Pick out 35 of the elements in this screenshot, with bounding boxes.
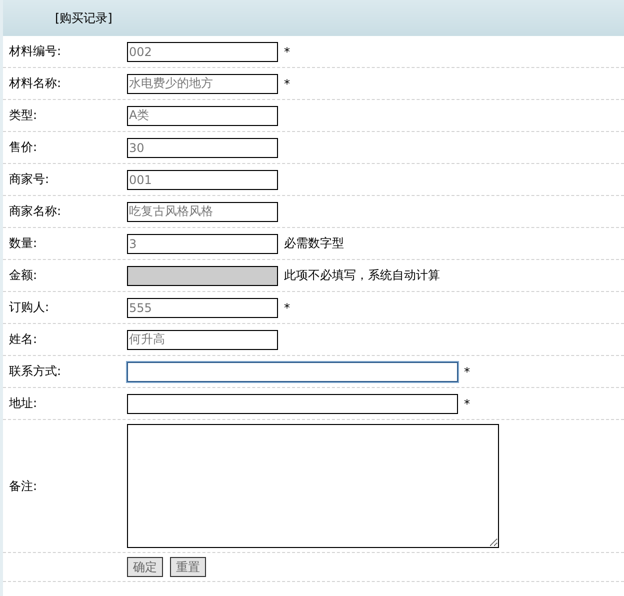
input-field[interactable]: 555: [127, 298, 278, 318]
reset-button[interactable]: 重置: [170, 557, 206, 577]
input-field[interactable]: A类: [127, 106, 278, 126]
field-label: 材料名称:: [8, 75, 62, 92]
field-label: 材料编号:: [8, 43, 62, 60]
field-label: 商家名称:: [8, 203, 62, 220]
field-label: 数量:: [8, 235, 38, 252]
field-label: 备注:: [8, 478, 38, 494]
field-hint: 此项不必填写，系统自动计算: [284, 267, 440, 284]
input-field[interactable]: 水电费少的地方: [127, 74, 278, 94]
required-mark: *: [464, 396, 470, 410]
field-label: 地址:: [8, 395, 38, 412]
submit-button[interactable]: 确定: [127, 557, 163, 577]
field-label: 订购人:: [8, 299, 50, 316]
input-field[interactable]: 30: [127, 138, 278, 158]
field-label: 金额:: [8, 267, 38, 284]
required-mark: *: [464, 364, 470, 378]
input-field[interactable]: 何升高: [127, 330, 278, 350]
required-mark: *: [284, 76, 290, 90]
field-label: 姓名:: [8, 331, 38, 348]
field-label: 售价:: [8, 139, 38, 156]
input-field[interactable]: 001: [127, 170, 278, 190]
input-field[interactable]: 002: [127, 42, 278, 62]
textarea-field[interactable]: [127, 424, 499, 548]
input-field[interactable]: [127, 362, 458, 382]
page-title: [购买记录]: [55, 10, 112, 26]
field-hint: 必需数字型: [284, 235, 344, 252]
required-mark: *: [284, 44, 290, 58]
input-field[interactable]: 3: [127, 234, 278, 254]
required-mark: *: [284, 300, 290, 314]
field-label: 联系方式:: [8, 363, 62, 380]
field-label: 商家号:: [8, 171, 50, 188]
input-field[interactable]: 吃复古风格风格: [127, 202, 278, 222]
field-label: 类型:: [8, 107, 38, 124]
input-field[interactable]: [127, 394, 458, 414]
